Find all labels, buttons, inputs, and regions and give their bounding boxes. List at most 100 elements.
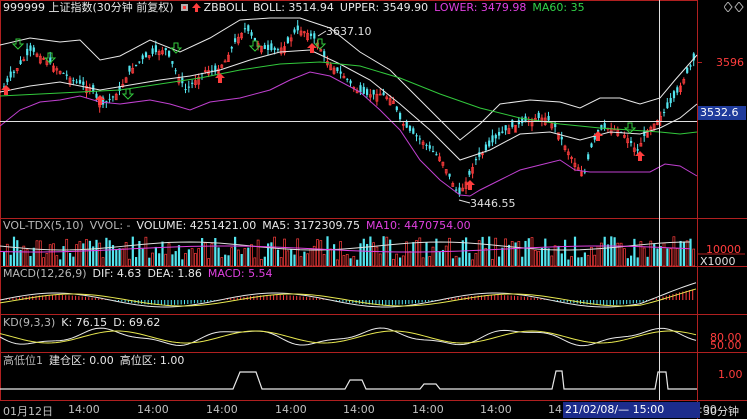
k-line bbox=[0, 327, 697, 347]
volume-bar-down bbox=[181, 259, 184, 266]
candle-down bbox=[144, 52, 148, 58]
volume-bar-up bbox=[55, 255, 59, 267]
candle-down bbox=[296, 25, 299, 31]
volume-header: VOL-TDX(5,10) VVOL: - VOLUME: 4251421.00 MA… bbox=[3, 219, 477, 233]
volume-bar-down bbox=[577, 257, 580, 266]
volume-bar-down bbox=[135, 257, 138, 266]
volume-bar-up bbox=[342, 255, 346, 267]
volume-bar-down bbox=[679, 240, 682, 266]
candle-down bbox=[154, 45, 157, 53]
macd-indicator-name[interactable]: MACD(12,26,9) bbox=[3, 267, 87, 280]
volume-bar-down bbox=[3, 251, 6, 266]
volume-bar-up bbox=[256, 239, 260, 267]
candle-down bbox=[29, 45, 32, 51]
volume-bar-up bbox=[306, 253, 309, 267]
candle-down bbox=[554, 123, 557, 128]
indicator-name[interactable]: ZBBOLL bbox=[204, 1, 247, 14]
candle-down bbox=[138, 61, 141, 63]
stock-title: 999999 上证指数(30分钟 前复权) bbox=[3, 1, 174, 14]
volume-bar-up bbox=[662, 242, 666, 267]
volume-bar-up bbox=[236, 249, 240, 267]
volume-bar-down bbox=[276, 249, 280, 266]
kd-axis-low: 50.00 bbox=[710, 339, 742, 352]
header-nav-controls bbox=[723, 1, 746, 15]
volume-bar-up bbox=[599, 242, 603, 267]
volume-bar-down bbox=[187, 249, 190, 266]
volume-bar-up bbox=[210, 243, 214, 267]
volume-bar-down bbox=[88, 240, 91, 266]
volume-bar-down bbox=[356, 259, 359, 266]
volume-bar-up bbox=[38, 240, 42, 267]
candle-down bbox=[663, 111, 666, 113]
candle-down bbox=[32, 47, 35, 52]
nav-arrows-icon[interactable] bbox=[723, 1, 746, 13]
candle-down bbox=[267, 44, 270, 50]
volume-bar-up bbox=[550, 255, 554, 267]
volume-bar-down bbox=[148, 257, 151, 266]
candle-down bbox=[230, 47, 233, 49]
volume-bar-down bbox=[326, 236, 329, 266]
candle-down bbox=[72, 80, 75, 82]
volume-bar-up bbox=[309, 248, 313, 267]
volume-bar-down bbox=[682, 241, 685, 266]
volume-bar-down bbox=[458, 257, 461, 266]
custom-indicator-name[interactable]: 高低位1 bbox=[3, 354, 43, 367]
volume-bar-down bbox=[105, 237, 108, 266]
volume-bar-up bbox=[296, 238, 300, 267]
boll-value: BOLL: 3514.94 bbox=[252, 1, 334, 14]
volume-bar-down bbox=[583, 252, 586, 266]
candle-down bbox=[494, 134, 497, 139]
candle-down bbox=[111, 96, 115, 98]
volume-bar-up bbox=[491, 259, 494, 267]
volume-bar-up bbox=[52, 243, 55, 267]
time-label-3: 14:00 bbox=[206, 403, 238, 416]
volume-bar-down bbox=[603, 236, 606, 266]
macd-header: MACD(12,26,9) DIF: 4.63 DEA: 1.86 MACD: 5.5… bbox=[3, 267, 279, 281]
volume-bar-down bbox=[217, 247, 220, 266]
ma5-value: MA5: 3172309.75 bbox=[262, 219, 360, 232]
main-header: 999999 上证指数(30分钟 前复权) ZBBOLL BOLL: 3514.94… bbox=[3, 1, 591, 15]
volume-bar-up bbox=[101, 257, 105, 267]
candle-down bbox=[339, 71, 342, 74]
volume-bar-down bbox=[118, 248, 121, 266]
volume-bar-up bbox=[408, 251, 412, 267]
candle-down bbox=[448, 173, 451, 177]
volume-bar-down bbox=[438, 251, 441, 266]
volume-bar-down bbox=[16, 240, 19, 266]
period-selector[interactable]: 30分钟 bbox=[703, 403, 739, 419]
candle-down bbox=[171, 61, 174, 64]
candle-down bbox=[323, 51, 326, 57]
volume-bar-down bbox=[646, 256, 649, 266]
volume-bar-down bbox=[9, 254, 12, 266]
volume-bar-up bbox=[190, 248, 194, 267]
settings-icon[interactable] bbox=[180, 3, 189, 12]
volume-bar-down bbox=[95, 239, 98, 266]
candle-down bbox=[491, 135, 494, 143]
candle-down bbox=[128, 65, 131, 72]
volume-bar-up bbox=[220, 257, 224, 267]
candle-down bbox=[19, 60, 22, 64]
high-zone-value: 高位区: 1.00 bbox=[119, 354, 185, 367]
volume-bar-down bbox=[564, 239, 567, 266]
volume-bar-up bbox=[553, 245, 557, 267]
volume-indicator-name[interactable]: VOL-TDX(5,10) bbox=[3, 219, 84, 232]
volume-bar-down bbox=[359, 243, 362, 266]
volume-bar-up bbox=[642, 247, 646, 267]
volume-bar-down bbox=[224, 254, 227, 266]
volume-bar-down bbox=[214, 238, 217, 266]
candle-down bbox=[336, 67, 339, 72]
candle-down bbox=[168, 50, 171, 57]
volume-bar-up bbox=[444, 245, 448, 267]
candle-down bbox=[293, 29, 296, 33]
volume-bar-down bbox=[465, 237, 468, 266]
volume-bar-down bbox=[177, 245, 181, 266]
volume-bar-up bbox=[669, 248, 672, 267]
volume-bar-down bbox=[263, 256, 266, 266]
candle-down bbox=[191, 82, 194, 84]
volume-bar-down bbox=[451, 258, 454, 266]
kd-indicator-name[interactable]: KD(9,3,3) bbox=[3, 316, 55, 329]
custom-header: 高低位1 建仓区: 0.00 高位区: 1.00 bbox=[3, 354, 190, 368]
candle-down bbox=[273, 47, 276, 50]
volume-bar-up bbox=[75, 244, 78, 267]
volume-bar-down bbox=[567, 259, 570, 266]
